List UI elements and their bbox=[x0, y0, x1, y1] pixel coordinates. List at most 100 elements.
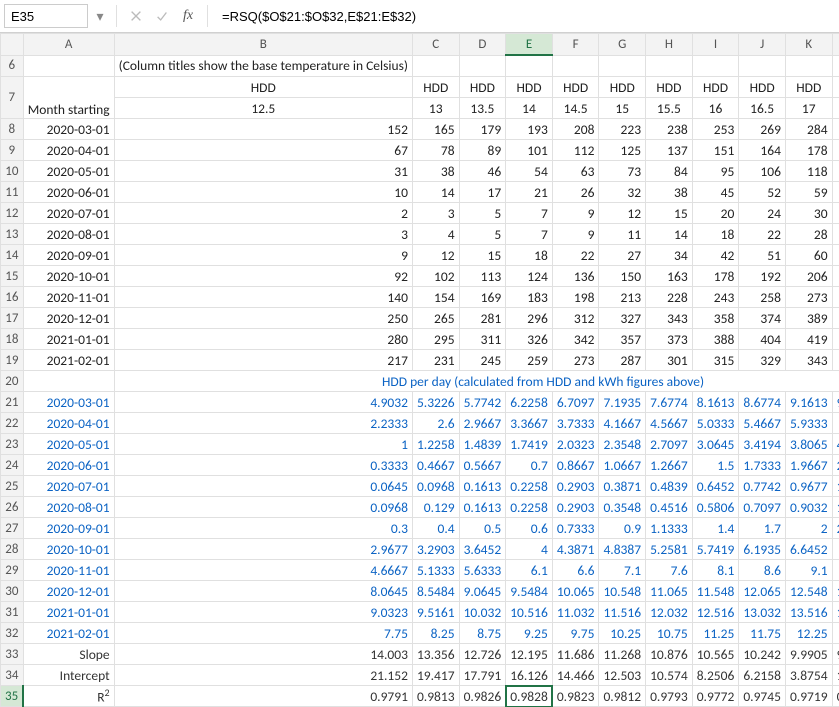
stat-value[interactable]: 10.574 bbox=[646, 665, 693, 686]
hdd-value[interactable]: 284 bbox=[785, 119, 832, 140]
hdd-per-day-value[interactable]: 3.0645 bbox=[692, 434, 739, 455]
hdd-per-day-value[interactable]: 0.1613 bbox=[459, 476, 506, 497]
hdd-value[interactable]: 243 bbox=[692, 287, 739, 308]
hdd-per-day-value[interactable]: 0.5806 bbox=[692, 497, 739, 518]
hdd-value[interactable]: 301 bbox=[646, 350, 693, 371]
stat-value[interactable]: 16.126 bbox=[506, 665, 553, 686]
hdd-per-day-value[interactable]: 0.5 bbox=[459, 518, 506, 539]
hdd-value[interactable]: 358 bbox=[692, 308, 739, 329]
hdd-value[interactable]: 151 bbox=[692, 140, 739, 161]
hdd-value[interactable]: 101 bbox=[506, 140, 553, 161]
select-all-corner[interactable] bbox=[1, 34, 24, 56]
stat-value[interactable]: 17.791 bbox=[459, 665, 506, 686]
hdd-value[interactable]: 67 bbox=[114, 140, 412, 161]
hdd-value[interactable]: 84 bbox=[646, 161, 693, 182]
month-date[interactable]: 2021-02-01 bbox=[23, 350, 114, 371]
hdd-per-day-value[interactable]: 0.4839 bbox=[646, 476, 693, 497]
hdd-value[interactable]: 95 bbox=[692, 161, 739, 182]
hdd-per-day-value[interactable]: 4.1667 bbox=[599, 413, 646, 434]
hdd-per-day-value[interactable]: 2.3667 bbox=[832, 518, 839, 539]
hdd-per-day-value[interactable]: 2 bbox=[785, 518, 832, 539]
stat-value[interactable]: 0.9696 bbox=[832, 686, 839, 707]
hdd-value[interactable]: 3 bbox=[412, 203, 459, 224]
header-month-starting[interactable]: Month starting bbox=[23, 77, 114, 119]
hdd-per-day-value[interactable]: 13.032 bbox=[739, 602, 786, 623]
hdd-per-day-value[interactable]: 10.75 bbox=[646, 623, 693, 644]
hdd-value[interactable]: 253 bbox=[692, 119, 739, 140]
hdd-value[interactable]: 21 bbox=[506, 182, 553, 203]
hdd-value[interactable]: 45 bbox=[692, 182, 739, 203]
month-date[interactable]: 2020-06-01 bbox=[23, 455, 114, 476]
hdd-per-day-value[interactable]: 2.9677 bbox=[114, 539, 412, 560]
hdd-value[interactable]: 7 bbox=[506, 203, 553, 224]
hdd-value[interactable]: 374 bbox=[739, 308, 786, 329]
hdd-value[interactable]: 193 bbox=[506, 119, 553, 140]
hdd-value[interactable]: 32 bbox=[599, 182, 646, 203]
hdd-per-day-value[interactable]: 8.6774 bbox=[739, 392, 786, 413]
hdd-per-day-value[interactable]: 12.25 bbox=[785, 623, 832, 644]
month-date[interactable]: 2020-05-01 bbox=[23, 434, 114, 455]
hdd-per-day-value[interactable]: 0.7097 bbox=[739, 497, 786, 518]
row-header-26[interactable]: 26 bbox=[1, 497, 24, 518]
col-header-L[interactable]: L bbox=[832, 34, 839, 56]
hdd-value[interactable]: 22 bbox=[552, 245, 599, 266]
hdd-per-day-value[interactable]: 3.4194 bbox=[739, 434, 786, 455]
formula-input[interactable] bbox=[216, 4, 835, 28]
col-header-E[interactable]: E bbox=[506, 34, 553, 56]
hdd-value[interactable]: 288 bbox=[832, 287, 839, 308]
hdd-per-day-value[interactable]: 0.9032 bbox=[785, 497, 832, 518]
hdd-value[interactable]: 130 bbox=[832, 161, 839, 182]
enter-icon[interactable] bbox=[151, 5, 173, 27]
cell[interactable] bbox=[23, 371, 114, 392]
hdd-per-day-value[interactable]: 8.6 bbox=[739, 560, 786, 581]
hdd-per-day-value[interactable]: 1.0667 bbox=[599, 455, 646, 476]
hdd-per-day-value[interactable]: 9.0323 bbox=[114, 602, 412, 623]
stat-value[interactable]: 0.9828 bbox=[506, 686, 553, 707]
hdd-value[interactable]: 300 bbox=[832, 119, 839, 140]
hdd-per-day-value[interactable]: 4.6667 bbox=[114, 560, 412, 581]
hdd-value[interactable]: 14 bbox=[646, 224, 693, 245]
hdd-per-day-value[interactable]: 0.2258 bbox=[506, 497, 553, 518]
hdd-value[interactable]: 165 bbox=[412, 119, 459, 140]
hdd-per-day-value[interactable]: 11.548 bbox=[692, 581, 739, 602]
stat-value[interactable]: 10.565 bbox=[692, 644, 739, 665]
hdd-per-day-value[interactable]: 3.7333 bbox=[552, 413, 599, 434]
hdd-per-day-value[interactable]: 0.9 bbox=[599, 518, 646, 539]
stat-value[interactable]: 12.195 bbox=[506, 644, 553, 665]
hdd-value[interactable]: 112 bbox=[552, 140, 599, 161]
hdd-per-day-value[interactable]: 6.6452 bbox=[785, 539, 832, 560]
hdd-value[interactable]: 92 bbox=[114, 266, 412, 287]
hdd-per-day-value[interactable]: 0.5667 bbox=[459, 455, 506, 476]
header-hdd[interactable]: HDD bbox=[646, 77, 693, 98]
stat-value[interactable]: 11.268 bbox=[599, 644, 646, 665]
row-header-28[interactable]: 28 bbox=[1, 539, 24, 560]
row-header-7[interactable]: 7 bbox=[1, 77, 24, 119]
hdd-value[interactable]: 54 bbox=[506, 161, 553, 182]
hdd-per-day-value[interactable]: 1.0968 bbox=[832, 497, 839, 518]
cell[interactable] bbox=[692, 55, 739, 77]
spreadsheet-grid[interactable]: ABCDEFGHIJKLMNOP6(Column titles show the… bbox=[0, 33, 839, 707]
hdd-value[interactable]: 31 bbox=[114, 161, 412, 182]
row-header-29[interactable]: 29 bbox=[1, 560, 24, 581]
hdd-value[interactable]: 273 bbox=[552, 350, 599, 371]
row-header-16[interactable]: 16 bbox=[1, 287, 24, 308]
hdd-per-day-value[interactable]: 1.4839 bbox=[459, 434, 506, 455]
row-header-21[interactable]: 21 bbox=[1, 392, 24, 413]
stat-value[interactable]: 0.9719 bbox=[785, 686, 832, 707]
hdd-per-day-label[interactable]: HDD per day (calculated from HDD and kWh… bbox=[114, 371, 839, 392]
header-hdd[interactable]: HDD bbox=[692, 77, 739, 98]
hdd-per-day-value[interactable]: 12.065 bbox=[739, 581, 786, 602]
stat-value[interactable]: 1.2549 bbox=[832, 665, 839, 686]
hdd-per-day-value[interactable]: 2.3548 bbox=[599, 434, 646, 455]
month-date[interactable]: 2020-07-01 bbox=[23, 203, 114, 224]
hdd-per-day-value[interactable]: 0.0968 bbox=[412, 476, 459, 497]
hdd-value[interactable]: 2 bbox=[114, 203, 412, 224]
month-date[interactable]: 2020-08-01 bbox=[23, 497, 114, 518]
header-basetemp[interactable]: 17 bbox=[785, 98, 832, 119]
hdd-value[interactable]: 17 bbox=[459, 182, 506, 203]
hdd-value[interactable]: 12 bbox=[412, 245, 459, 266]
stat-value[interactable]: 0.9745 bbox=[739, 686, 786, 707]
hdd-value[interactable]: 18 bbox=[692, 224, 739, 245]
col-header-D[interactable]: D bbox=[459, 34, 506, 56]
hdd-value[interactable]: 7 bbox=[506, 224, 553, 245]
